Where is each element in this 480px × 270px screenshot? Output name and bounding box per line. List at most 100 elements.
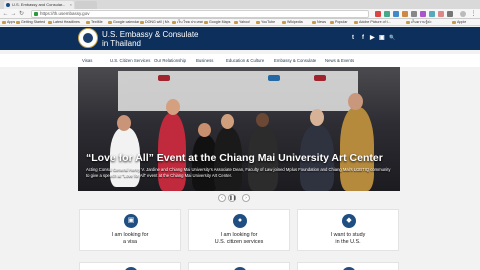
bookmark-item[interactable]: Yahoo! xyxy=(234,19,250,26)
bookmark-icon xyxy=(108,21,112,24)
bookmark-item[interactable]: Latest Headlines xyxy=(48,19,80,26)
card-visa[interactable]: ▣ I am looking for a visa xyxy=(79,209,181,251)
bookmark-item[interactable]: TextMe xyxy=(86,19,103,26)
extension-icon[interactable] xyxy=(375,11,381,17)
browser-tab-new[interactable] xyxy=(75,1,97,9)
reload-icon[interactable]: ↻ xyxy=(18,10,25,18)
extension-icon[interactable] xyxy=(402,11,408,17)
passport-icon: ▣ xyxy=(124,214,138,228)
hero-person-head xyxy=(221,114,234,129)
bookmarks-bar: Apps Getting Started Latest Headlines Te… xyxy=(0,19,480,26)
bookmark-item[interactable]: News xyxy=(312,19,326,26)
youtube-icon[interactable]: ▶ xyxy=(370,35,375,41)
flickr-icon[interactable]: ▣ xyxy=(379,35,385,41)
carousel-prev-button[interactable]: ‹ xyxy=(218,194,226,202)
bookmark-item[interactable]: Google Maps xyxy=(204,19,230,26)
graduation-cap-icon: ◆ xyxy=(342,214,356,228)
extension-icon[interactable] xyxy=(447,11,453,17)
lock-icon xyxy=(34,12,38,16)
map-icon xyxy=(204,21,208,24)
card-citizen-services[interactable]: ● I am looking for U.S. citizen services xyxy=(188,209,290,251)
apple-icon xyxy=(452,21,456,24)
bookmark-item[interactable]: Adobe Picture of t... xyxy=(354,19,391,26)
bookmark-item[interactable]: DONG will | Mr. xyxy=(140,19,170,26)
sponsor-logo xyxy=(158,75,170,81)
nav-item-visas[interactable]: Visas xyxy=(82,58,92,63)
bookmark-item[interactable]: YouTube xyxy=(256,19,275,26)
nav-item-relationship[interactable]: Our Relationship xyxy=(154,58,186,63)
adobe-icon xyxy=(354,21,358,24)
forward-arrow-icon[interactable]: → xyxy=(10,10,17,18)
card-row2[interactable] xyxy=(79,262,181,270)
profile-avatar[interactable] xyxy=(460,11,466,17)
bookmark-item[interactable]: Google calendar xyxy=(108,19,139,26)
browser-tab-label: U.S. Embassy and Consular... xyxy=(12,2,66,7)
extension-icon[interactable] xyxy=(393,11,399,17)
search-icon[interactable]: 🔍 xyxy=(389,35,395,41)
address-bar[interactable]: https://th.usembassy.gov xyxy=(31,10,369,18)
extension-icon[interactable] xyxy=(384,11,390,17)
bookmark-icon xyxy=(406,21,410,24)
card-row2[interactable] xyxy=(188,262,290,270)
citizen-icon: ● xyxy=(233,214,247,228)
extension-icon[interactable] xyxy=(438,11,444,17)
hero-person-head xyxy=(310,109,324,126)
address-bar-url: https://th.usembassy.gov xyxy=(40,11,90,16)
event-backdrop xyxy=(118,71,358,111)
menu-icon[interactable]: ⋮ xyxy=(470,10,477,18)
bookmark-item[interactable]: เก็บความรู้ค่ะ xyxy=(406,19,432,26)
site-title-line1: U.S. Embassy & Consulate xyxy=(102,30,199,39)
embassy-seal-logo[interactable] xyxy=(78,28,98,48)
site-title[interactable]: U.S. Embassy & Consulate in Thailand xyxy=(102,30,198,48)
nav-item-news[interactable]: News & Events xyxy=(325,58,354,63)
extension-icon[interactable] xyxy=(411,11,417,17)
card-row2[interactable] xyxy=(297,262,399,270)
site-title-line2: in Thailand xyxy=(102,39,141,48)
wikipedia-icon xyxy=(282,21,286,24)
folder-icon xyxy=(312,21,316,24)
nav-item-business[interactable]: Business xyxy=(196,58,213,63)
nav-item-citizen-services[interactable]: U.S. Citizen Services xyxy=(110,58,150,63)
extension-icon[interactable] xyxy=(429,11,435,17)
card-study[interactable]: ◆ I want to study in the U.S. xyxy=(297,209,399,251)
browser-tab-active[interactable]: U.S. Embassy and Consular... × xyxy=(4,1,74,9)
bookmark-item[interactable]: Popular xyxy=(330,19,347,26)
folder-icon xyxy=(330,21,334,24)
site-header: U.S. Embassy & Consulate in Thailand t f… xyxy=(0,27,480,50)
facebook-icon[interactable]: f xyxy=(362,35,364,41)
youtube-icon xyxy=(256,21,260,24)
hero-title[interactable]: “Love for All” Event at the Chiang Mai U… xyxy=(86,152,383,164)
bookmark-item[interactable]: Apple xyxy=(452,19,466,26)
yahoo-icon xyxy=(234,21,238,24)
bookmark-item[interactable]: Getting Started xyxy=(16,19,45,26)
nav-item-education[interactable]: Education & Culture xyxy=(226,58,264,63)
hero-person-head xyxy=(166,99,180,115)
hero-person-head xyxy=(117,115,131,131)
hero-person-head xyxy=(348,93,363,110)
bookmark-icon xyxy=(140,21,144,24)
bookmark-icon xyxy=(86,21,90,24)
back-arrow-icon[interactable]: ← xyxy=(2,10,9,18)
bookmark-item[interactable]: Wikipedia xyxy=(282,19,303,26)
embassy-favicon-icon xyxy=(6,3,10,7)
sponsor-logo xyxy=(268,75,280,81)
bookmark-item[interactable]: เว็บ ไทย ประเทศ xyxy=(172,19,203,26)
extension-icon[interactable] xyxy=(420,11,426,17)
hero-person-head xyxy=(198,123,211,137)
bookmark-icon xyxy=(16,21,20,24)
carousel-next-button[interactable]: › xyxy=(242,194,250,202)
bookmark-item[interactable]: Apps xyxy=(2,19,15,26)
hero-caption: Acting Consul General Henry V. Jardine a… xyxy=(86,167,391,178)
twitter-icon[interactable]: t xyxy=(352,35,354,41)
bookmark-icon xyxy=(172,21,176,24)
card-study-text: I want to study in the U.S. xyxy=(330,232,366,245)
hero-slide[interactable]: “Love for All” Event at the Chiang Mai U… xyxy=(78,67,400,191)
card-visa-text: I am looking for a visa xyxy=(111,232,149,245)
sponsor-logo xyxy=(314,75,326,81)
apps-icon xyxy=(2,21,6,24)
carousel-pause-button[interactable]: ❚❚ xyxy=(228,194,237,202)
nav-item-embassy[interactable]: Embassy & Consulate xyxy=(274,58,316,63)
close-tab-icon[interactable]: × xyxy=(70,1,72,9)
browser-tabbar: U.S. Embassy and Consular... × xyxy=(0,0,480,9)
main-navigation: Visas U.S. Citizen Services Our Relation… xyxy=(0,54,480,67)
